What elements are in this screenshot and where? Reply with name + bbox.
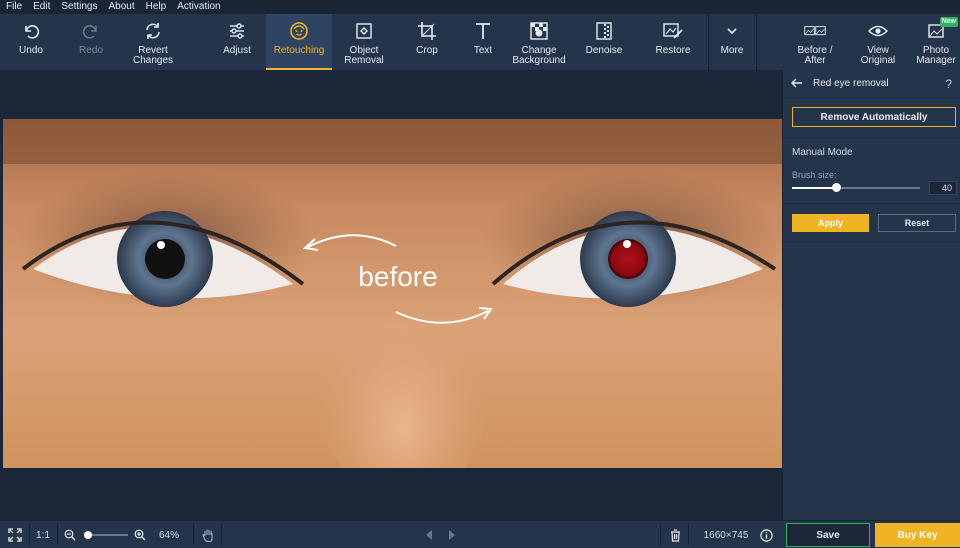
buy-key-button[interactable]: Buy Key [875, 523, 960, 547]
undo-icon [20, 20, 42, 42]
remove-automatically-button[interactable]: Remove Automatically [792, 107, 956, 127]
image-dimensions: 1660×745 [703, 529, 749, 541]
zoom-in-icon[interactable] [132, 521, 148, 548]
apply-button[interactable]: Apply [792, 214, 869, 232]
panel-title: Red eye removal [813, 78, 889, 89]
face-retouch-icon [288, 20, 310, 42]
adjust-label: Adjust [223, 45, 251, 56]
zoom-slider-handle[interactable] [84, 531, 93, 539]
text-icon [472, 20, 494, 42]
crop-button[interactable]: Crop [404, 14, 450, 70]
toolbar: Undo Redo Revert Changes Adjust Retouchi… [0, 14, 960, 70]
sliders-icon [226, 20, 248, 42]
trash-icon[interactable] [666, 521, 684, 548]
view-original-label: View Original [860, 45, 896, 66]
before-after-button[interactable]: Before / After [788, 14, 842, 70]
zoom-out-icon[interactable] [62, 521, 78, 548]
view-original-button[interactable]: View Original [852, 14, 904, 70]
redo-icon [80, 20, 102, 42]
restore-label: Restore [655, 45, 691, 56]
before-after-label: Before / After [797, 45, 833, 66]
status-divider [221, 524, 222, 546]
denoise-button[interactable]: Denoise [576, 14, 632, 70]
info-icon[interactable] [758, 521, 774, 548]
redo-label: Redo [79, 45, 103, 56]
redo-button[interactable]: Redo [66, 14, 116, 70]
eye-icon [867, 20, 889, 42]
zoom-slider[interactable] [84, 531, 128, 539]
menu-help[interactable]: Help [146, 0, 167, 14]
menu-about[interactable]: About [109, 0, 135, 14]
status-bar: 1:1 64% 1660×745 Save Buy Key [0, 520, 960, 548]
status-divider [193, 524, 194, 546]
menu-edit[interactable]: Edit [33, 0, 50, 14]
photo-preview[interactable]: before [3, 119, 782, 468]
help-icon[interactable]: ? [945, 77, 952, 91]
manual-mode-label: Manual Mode [792, 147, 853, 158]
text-label: Text [473, 45, 493, 56]
retouching-button[interactable]: Retouching [266, 14, 332, 70]
status-divider [29, 524, 30, 546]
text-button[interactable]: Text [460, 14, 506, 70]
more-label: More [720, 45, 744, 56]
object-removal-icon [353, 20, 375, 42]
new-badge: New [939, 17, 958, 27]
restore-button[interactable]: Restore [644, 14, 702, 70]
next-image-icon[interactable] [445, 521, 459, 548]
change-background-button[interactable]: Change Background [508, 14, 570, 70]
panel-divider [783, 241, 960, 242]
denoise-label: Denoise [585, 45, 623, 56]
panel-divider [783, 203, 960, 204]
panel-header: Red eye removal ? [783, 70, 960, 98]
undo-label: Undo [19, 45, 43, 56]
canvas-area[interactable]: before [0, 70, 782, 520]
brush-size-slider-handle[interactable] [831, 183, 841, 192]
fit-to-screen-icon[interactable] [4, 521, 26, 548]
back-arrow-icon[interactable] [791, 75, 803, 93]
actual-size-button[interactable]: 1:1 [32, 521, 54, 548]
save-button[interactable]: Save [786, 523, 870, 547]
app-window: File Edit Settings About Help Activation… [0, 0, 960, 548]
menu-activation[interactable]: Activation [177, 0, 220, 14]
status-divider [660, 524, 661, 546]
before-after-icon [804, 20, 826, 42]
adjust-button[interactable]: Adjust [210, 14, 264, 70]
brush-size-input[interactable] [929, 181, 957, 195]
status-divider [57, 524, 58, 546]
toolbar-divider [708, 14, 709, 70]
object-removal-button[interactable]: Object Removal [334, 14, 394, 70]
revert-changes-button[interactable]: Revert Changes [122, 14, 184, 70]
brush-size-slider-fill [792, 187, 836, 189]
toolbar-divider [756, 14, 757, 70]
change-background-label: Change Background [512, 45, 566, 66]
denoise-icon [593, 20, 615, 42]
restore-icon [662, 20, 684, 42]
menu-file[interactable]: File [6, 0, 22, 14]
red-eye-panel: Red eye removal ? Remove Automatically M… [782, 70, 960, 520]
photo-manager-button[interactable]: Photo Manager New [912, 14, 960, 70]
brush-size-label: Brush size: [792, 170, 837, 180]
crop-icon [416, 20, 438, 42]
status-divider [688, 524, 689, 546]
retouching-label: Retouching [273, 45, 325, 56]
chevron-down-icon [721, 20, 743, 42]
photo-manager-label: Photo Manager [916, 45, 956, 66]
zoom-level: 64% [158, 529, 179, 541]
overlay-before-text: before [358, 261, 437, 292]
undo-button[interactable]: Undo [6, 14, 56, 70]
eyes-photo: before [3, 119, 782, 468]
panel-divider [783, 137, 960, 138]
revert-icon [142, 20, 164, 42]
crop-label: Crop [416, 45, 438, 56]
change-background-icon [528, 20, 550, 42]
reset-button[interactable]: Reset [878, 214, 956, 232]
menu-settings[interactable]: Settings [61, 0, 97, 14]
revert-label: Revert Changes [132, 45, 174, 66]
object-removal-label: Object Removal [344, 45, 384, 66]
menu-bar: File Edit Settings About Help Activation [0, 0, 960, 14]
more-button[interactable]: More [710, 14, 754, 70]
hand-icon[interactable] [198, 521, 218, 548]
brush-size-slider[interactable] [792, 183, 920, 192]
previous-image-icon[interactable] [422, 521, 436, 548]
